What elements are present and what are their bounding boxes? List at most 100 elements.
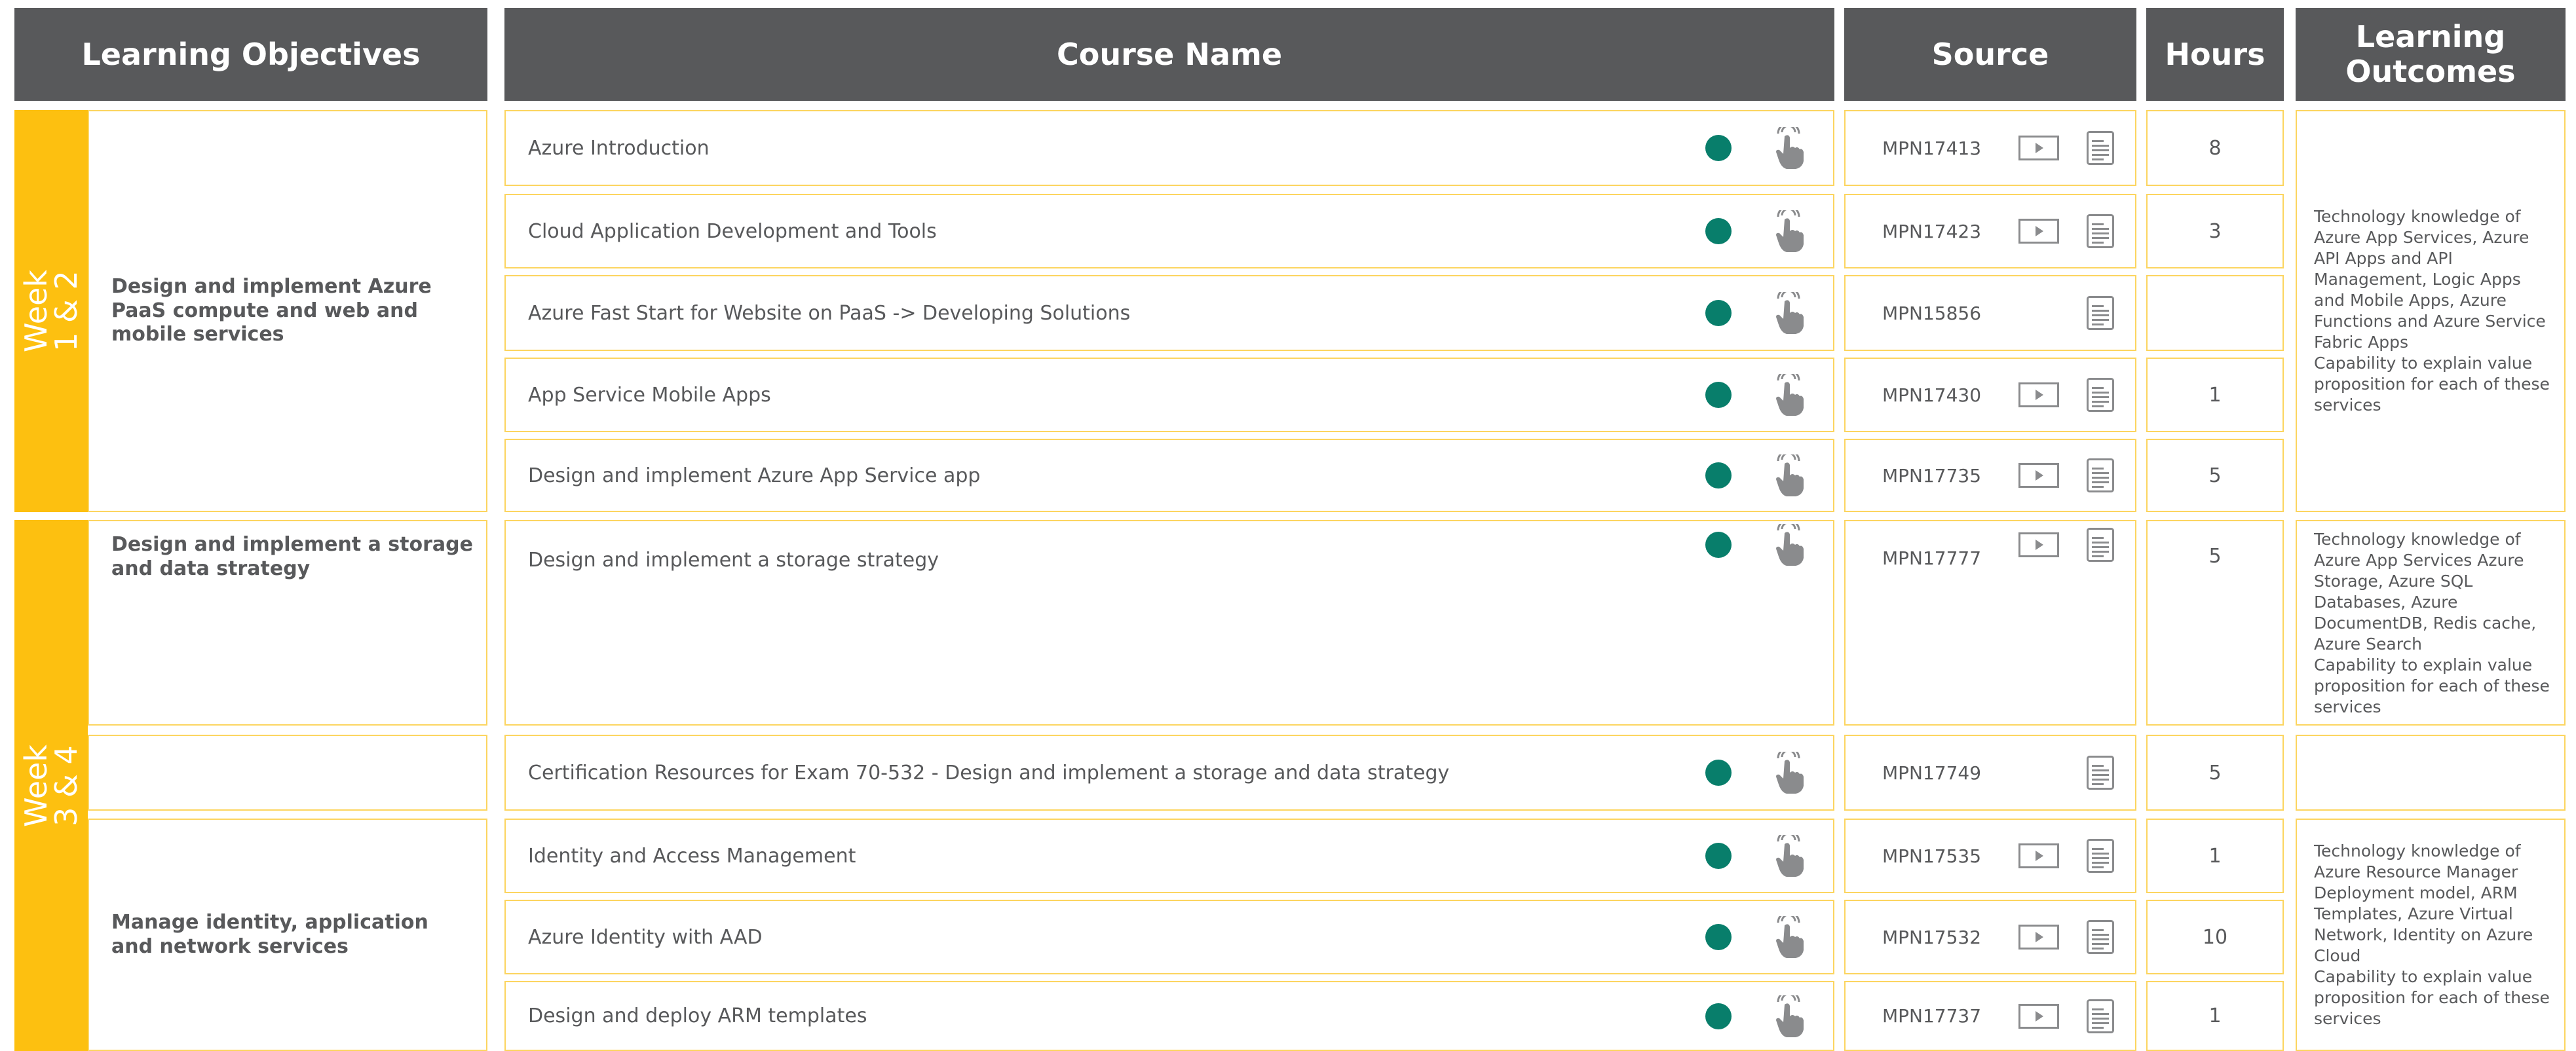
touch-hand-icon[interactable] <box>1769 990 1804 1037</box>
course-name-link[interactable]: Identity and Access Management <box>528 845 856 868</box>
hours-value: 1 <box>2208 1005 2222 1027</box>
course-name-link[interactable]: Cloud Application Development and Tools <box>528 220 937 243</box>
week-1-2-label: Week 1 & 2 <box>18 269 84 353</box>
touch-hand-icon[interactable] <box>1769 747 1804 794</box>
course-row[interactable]: Design and implement a storage strategy <box>504 520 1834 726</box>
source-code: MPN17535 <box>1882 845 1982 867</box>
video-play-icon[interactable] <box>2018 843 2059 868</box>
status-dot-icon <box>1705 135 1732 161</box>
hours-cell <box>2146 275 2284 351</box>
status-dot-icon <box>1705 843 1732 869</box>
document-icon[interactable] <box>2087 378 2114 412</box>
document-icon[interactable] <box>2087 214 2114 248</box>
hours-cell: 5 <box>2146 439 2284 512</box>
objective-text: Design and implement Azure PaaS compute … <box>111 275 432 346</box>
objective-cell: Manage identity, application and network… <box>88 819 487 1051</box>
hours-value: 5 <box>2208 545 2222 568</box>
touch-hand-icon[interactable] <box>1769 205 1804 252</box>
course-row[interactable]: Design and implement Azure App Service a… <box>504 439 1834 512</box>
status-dot-icon <box>1705 1003 1732 1029</box>
touch-hand-icon[interactable] <box>1769 519 1804 566</box>
objective-text: Manage identity, application and network… <box>111 910 428 958</box>
source-code: MPN17735 <box>1882 464 1982 487</box>
video-play-icon[interactable] <box>2018 532 2059 557</box>
course-name-link[interactable]: Azure Introduction <box>528 137 710 160</box>
course-name-link[interactable]: Certification Resources for Exam 70-532 … <box>528 762 1449 784</box>
source-code: MPN17737 <box>1882 1005 1982 1027</box>
status-dot-icon <box>1705 924 1732 950</box>
header-source: Source <box>1844 8 2136 101</box>
touch-hand-icon[interactable] <box>1769 369 1804 416</box>
status-dot-icon <box>1705 532 1732 558</box>
document-icon[interactable] <box>2087 458 2114 492</box>
status-dot-icon <box>1705 760 1732 786</box>
hours-cell: 10 <box>2146 900 2284 974</box>
course-row[interactable]: App Service Mobile Apps <box>504 358 1834 432</box>
hours-cell: 8 <box>2146 110 2284 186</box>
source-code: MPN17532 <box>1882 926 1982 948</box>
course-row[interactable]: Azure Identity with AAD <box>504 900 1834 974</box>
hours-cell: 1 <box>2146 358 2284 432</box>
document-icon[interactable] <box>2087 296 2114 330</box>
course-row[interactable]: Design and deploy ARM templates <box>504 981 1834 1051</box>
course-name-link[interactable]: Design and deploy ARM templates <box>528 1005 867 1027</box>
document-icon[interactable] <box>2087 999 2114 1033</box>
course-name-link[interactable]: Design and implement a storage strategy <box>528 549 939 572</box>
source-code: MPN17430 <box>1882 384 1982 406</box>
video-play-icon[interactable] <box>2018 463 2059 488</box>
course-name-link[interactable]: Azure Fast Start for Website on PaaS -> … <box>528 302 1130 325</box>
course-row[interactable]: Azure Fast Start for Website on PaaS -> … <box>504 275 1834 351</box>
course-row[interactable]: Cloud Application Development and Tools <box>504 194 1834 268</box>
source-code: MPN17749 <box>1882 762 1982 784</box>
outcome-cell: Technology knowledge of Azure Resource M… <box>2296 819 2566 1051</box>
touch-hand-icon[interactable] <box>1769 911 1804 958</box>
source-code: MPN17423 <box>1882 220 1982 242</box>
video-play-icon[interactable] <box>2018 219 2059 244</box>
video-play-icon[interactable] <box>2018 382 2059 407</box>
touch-hand-icon[interactable] <box>1769 122 1804 169</box>
objective-cell: Design and implement a storage and data … <box>88 520 487 726</box>
video-play-icon[interactable] <box>2018 136 2059 160</box>
document-icon[interactable] <box>2087 756 2114 790</box>
week-3-4-label: Week 3 & 4 <box>18 744 84 827</box>
course-name-link[interactable]: Design and implement Azure App Service a… <box>528 464 980 487</box>
header-hours: Hours <box>2146 8 2284 101</box>
document-icon[interactable] <box>2087 839 2114 873</box>
video-play-icon[interactable] <box>2018 1004 2059 1029</box>
outcome-cell: Technology knowledge of Azure App Servic… <box>2296 110 2566 512</box>
course-row[interactable]: Azure Introduction <box>504 110 1834 186</box>
touch-hand-icon[interactable] <box>1769 449 1804 496</box>
outcome-text: Technology knowledge of Azure Resource M… <box>2314 841 2550 1028</box>
hours-cell: 1 <box>2146 819 2284 893</box>
week-1-2-bar: Week 1 & 2 <box>14 110 88 512</box>
source-code: MPN17413 <box>1882 137 1982 159</box>
week-3-4-bar: Week 3 & 4 <box>14 520 88 1051</box>
document-icon[interactable] <box>2087 920 2114 954</box>
hours-value: 8 <box>2208 136 2222 160</box>
course-row[interactable]: Identity and Access Management <box>504 819 1834 893</box>
hours-value: 3 <box>2208 219 2222 243</box>
status-dot-icon <box>1705 462 1732 489</box>
course-row[interactable]: Certification Resources for Exam 70-532 … <box>504 735 1834 811</box>
status-dot-icon <box>1705 218 1732 244</box>
header-course-name: Course Name <box>504 8 1834 101</box>
touch-hand-icon[interactable] <box>1769 287 1804 334</box>
status-dot-icon <box>1705 300 1732 326</box>
source-code: MPN17777 <box>1882 547 1982 569</box>
objective-text: Design and implement a storage and data … <box>111 533 473 580</box>
hours-value: 5 <box>2208 464 2222 487</box>
source-code: MPN15856 <box>1882 302 1982 324</box>
video-play-icon[interactable] <box>2018 925 2059 950</box>
document-icon[interactable] <box>2087 131 2114 165</box>
course-name-link[interactable]: Azure Identity with AAD <box>528 926 763 949</box>
hours-cell: 1 <box>2146 981 2284 1051</box>
status-dot-icon <box>1705 382 1732 408</box>
course-name-link[interactable]: App Service Mobile Apps <box>528 384 771 407</box>
hours-cell: 3 <box>2146 194 2284 268</box>
hours-value: 10 <box>2202 925 2228 949</box>
hours-value: 1 <box>2208 383 2222 407</box>
objective-cell: Design and implement Azure PaaS compute … <box>88 110 487 512</box>
document-icon[interactable] <box>2087 528 2114 562</box>
touch-hand-icon[interactable] <box>1769 830 1804 877</box>
header-learning-outcomes: Learning Outcomes <box>2296 8 2566 101</box>
